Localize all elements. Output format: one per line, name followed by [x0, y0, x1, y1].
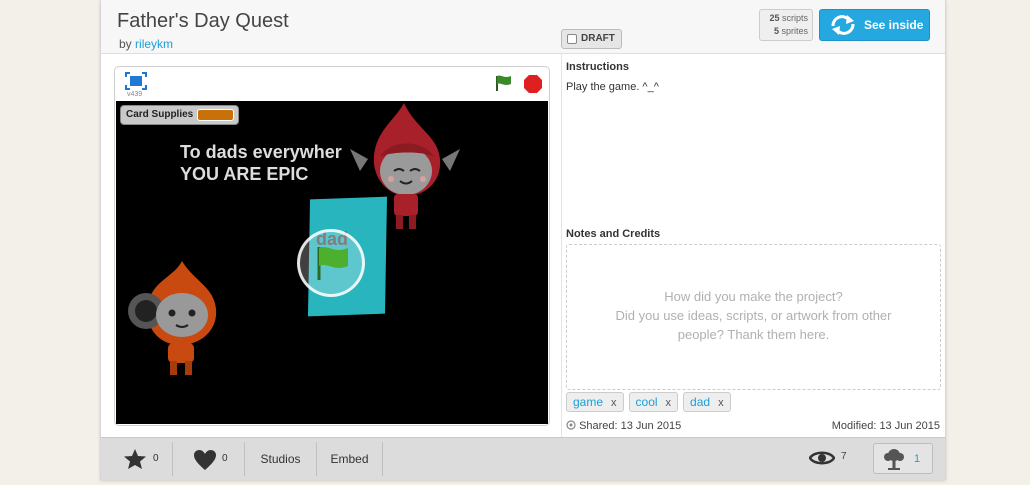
notes-placeholder-line2: Did you use ideas, scripts, or artwork f… [615, 308, 892, 323]
sprites-count: 5 [773, 26, 779, 36]
tag-label[interactable]: game [573, 395, 603, 409]
scripts-label: scripts [781, 13, 808, 23]
love-button[interactable]: 0 [173, 442, 245, 476]
fullscreen-icon[interactable] [125, 72, 147, 90]
draft-badge[interactable]: DRAFT [561, 29, 622, 49]
sprites-label: sprites [781, 26, 808, 36]
share-icon [566, 420, 576, 430]
stage-message-line2: YOU ARE EPIC [180, 164, 309, 184]
remix-arrows-icon [831, 15, 855, 35]
star-icon [124, 449, 146, 469]
project-title[interactable]: Father's Day Quest [117, 10, 289, 33]
project-footer: 0 0 Studios Embed 7 1 [101, 437, 945, 480]
favorite-count: 0 [153, 453, 159, 464]
shared-date: Shared: 13 Jun 2015 [566, 420, 681, 432]
eye-icon [808, 451, 836, 465]
notes-field[interactable]: How did you make the project? Did you us… [566, 244, 941, 390]
tag-game[interactable]: game x [566, 392, 624, 412]
tag-remove-button[interactable]: x [611, 397, 617, 409]
shared-date-text: Shared: 13 Jun 2015 [579, 420, 682, 432]
card-supplies-monitor: Card Supplies [120, 105, 239, 125]
heart-icon [194, 450, 216, 470]
stage-message: To dads everywher YOU ARE EPIC [180, 141, 342, 185]
see-inside-button[interactable]: See inside [819, 9, 930, 41]
tag-remove-button[interactable]: x [718, 397, 724, 409]
instructions-heading: Instructions [566, 61, 629, 73]
embed-button[interactable]: Embed [317, 442, 383, 476]
tag-list: game x cool x dad x [566, 392, 736, 412]
notes-placeholder-line1: How did you make the project? [664, 289, 843, 304]
draft-checkbox[interactable] [567, 34, 577, 44]
remix-tree-button[interactable]: 1 [873, 443, 933, 474]
column-divider [561, 54, 562, 437]
views-count: 7 [841, 451, 847, 462]
remix-tree-icon [884, 449, 904, 470]
sprites-stat: 5 sprites [764, 25, 808, 38]
green-flag-icon[interactable] [494, 74, 514, 92]
start-overlay-button[interactable] [297, 229, 365, 297]
tag-remove-button[interactable]: x [666, 397, 672, 409]
stop-icon[interactable] [523, 74, 543, 94]
orange-robot-sprite [128, 261, 217, 375]
scripts-stat: 25 scripts [764, 12, 808, 25]
project-player: v439 Card Supplies To dads everywher YOU… [114, 66, 550, 426]
byline-prefix: by [119, 37, 132, 51]
see-inside-label: See inside [864, 18, 924, 32]
tag-cool[interactable]: cool x [628, 392, 679, 412]
monitor-value [197, 109, 234, 121]
project-page: Father's Day Quest by rileykm DRAFT 25 s… [100, 0, 946, 480]
remix-count: 1 [914, 453, 921, 465]
scripts-count: 25 [769, 13, 780, 23]
views-stat: 7 [808, 449, 847, 472]
notes-placeholder-line3: people? Thank them here. [677, 327, 830, 342]
tag-label[interactable]: dad [690, 395, 710, 409]
draft-label: DRAFT [581, 33, 615, 44]
byline: by rileykm [119, 37, 173, 51]
instructions-text[interactable]: Play the game. ^_^ [566, 81, 659, 93]
monitor-label: Card Supplies [126, 109, 194, 120]
favorite-button[interactable]: 0 [101, 442, 173, 476]
project-stats: 25 scripts 5 sprites [759, 9, 813, 41]
love-count: 0 [222, 453, 228, 464]
notes-heading: Notes and Credits [566, 228, 661, 240]
green-flag-icon [317, 247, 348, 280]
player-version: v439 [127, 91, 143, 98]
project-header: Father's Day Quest by rileykm DRAFT 25 s… [101, 0, 945, 54]
tag-dad[interactable]: dad x [683, 392, 731, 412]
author-link[interactable]: rileykm [135, 37, 173, 51]
modified-date: Modified: 13 Jun 2015 [831, 420, 940, 432]
studios-button[interactable]: Studios [245, 442, 317, 476]
project-stage[interactable]: Card Supplies To dads everywher YOU ARE … [116, 101, 548, 424]
tag-label[interactable]: cool [636, 395, 658, 409]
stage-message-line1: To dads everywher [180, 142, 342, 162]
